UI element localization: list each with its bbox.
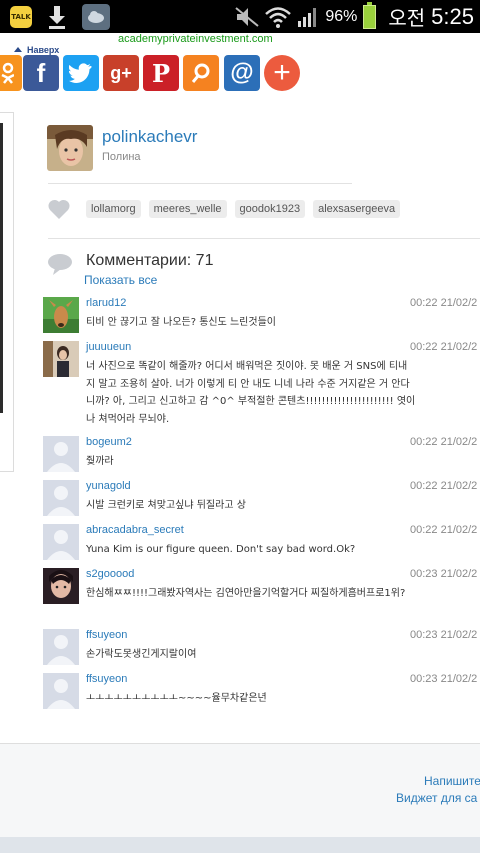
comment-time: 00:22 21/02/2 [410, 297, 478, 309]
commenter-username[interactable]: rlarud12 [86, 297, 126, 309]
more-button[interactable]: + [264, 55, 300, 91]
odnoklassniki-icon [1, 62, 14, 84]
commenter-username[interactable]: s2gooood [86, 568, 134, 580]
comments-title: Комментарии: 71 [86, 252, 214, 269]
pinterest-button[interactable]: P [143, 55, 179, 91]
commenter-avatar[interactable] [43, 673, 79, 709]
battery-icon [363, 1, 377, 29]
clock: 5:25 [431, 3, 474, 29]
wifi-icon [265, 6, 292, 28]
commenter-username[interactable]: ffsuyeon [86, 629, 127, 641]
likes-list: lollamorg meeres_welle goodok1923 alexsa… [86, 200, 401, 218]
author-username[interactable]: polinkachevr [102, 127, 197, 147]
search-icon [191, 63, 210, 83]
search-share-button[interactable] [183, 55, 219, 91]
commenter-username[interactable]: abracadabra_secret [86, 524, 184, 536]
commenter-username[interactable]: bogeum2 [86, 436, 132, 448]
commenter-avatar[interactable] [43, 629, 79, 665]
battery-percent: 96% [325, 7, 358, 25]
commenter-avatar[interactable] [43, 436, 79, 472]
email-button[interactable]: @ [224, 55, 260, 91]
comment-text: 시발 크런키로 쳐맞고싶냐 뒤질라고 상 [86, 500, 246, 511]
comment-time: 00:23 21/02/2 [410, 629, 478, 641]
default-user-icon [47, 442, 75, 472]
odnoklassniki-button[interactable] [0, 55, 22, 91]
facebook-icon: f [36, 57, 46, 88]
twitter-button[interactable] [63, 55, 99, 91]
like-tag[interactable]: meeres_welle [148, 200, 227, 218]
mute-icon [235, 6, 259, 27]
comment-text: Yuna Kim is our figure queen. Don't say … [86, 544, 356, 555]
comment-text: ㅗㅗㅗㅗㅗㅗㅗㅗㅗㅗ~~~~율무차같은년 [86, 693, 267, 704]
show-all-comments-link[interactable]: Показать все [84, 273, 157, 287]
comment-time: 00:22 21/02/2 [410, 341, 478, 353]
default-user-icon [47, 486, 75, 516]
widget-link[interactable]: Виджет для са [396, 791, 477, 805]
kakaotalk-icon: TALK [10, 6, 32, 28]
email-icon: @ [230, 59, 254, 86]
write-link[interactable]: Напишите [424, 774, 480, 788]
google-plus-icon: g+ [110, 62, 132, 83]
author-avatar[interactable] [47, 125, 93, 171]
like-tag[interactable]: alexsasergeeva [313, 200, 401, 218]
default-user-icon [47, 530, 75, 560]
divider [48, 183, 352, 184]
commenter-username[interactable]: juuuueun [86, 341, 131, 353]
back-to-top-link[interactable]: Наверх [14, 45, 59, 55]
default-user-icon [47, 679, 75, 709]
bottom-strip [0, 837, 480, 853]
twitter-icon [69, 63, 92, 83]
comment-text: 한심해ㅉㅉ!!!!그래봤자역사는 김연아만을기억할거다 찌질하게흠버프로1위? [86, 588, 406, 599]
download-icon [49, 6, 65, 29]
default-user-icon [47, 635, 75, 665]
facebook-button[interactable]: f [23, 55, 59, 91]
commenter-username[interactable]: yunagold [86, 480, 131, 492]
cloud-sync-icon [82, 4, 110, 30]
clock-ampm: 오전 [388, 6, 426, 30]
comment-time: 00:22 21/02/2 [410, 524, 478, 536]
commenter-avatar[interactable] [43, 297, 79, 333]
comment-time: 00:22 21/02/2 [410, 480, 478, 492]
comment-bubble-icon [48, 254, 72, 275]
comment-time: 00:22 21/02/2 [410, 436, 478, 448]
comment-text: 티비 안 끊기고 잘 나오든? 통신도 느린것들이 [86, 317, 276, 328]
heart-icon [48, 199, 70, 219]
commenter-avatar[interactable] [43, 524, 79, 560]
comment-text: 줮까라 [86, 456, 114, 467]
comment-text: 손가락도못생긴게지랄이여 [86, 649, 197, 660]
commenter-avatar[interactable] [43, 341, 79, 377]
status-bar: TALK 96% 오전 5:25 [0, 0, 480, 33]
signal-icon [298, 7, 317, 27]
comment-text: 너 사진으로 똑같이 해줄까? 어디서 배워먹은 짓이야. 못 배운 거 SNS… [86, 361, 416, 425]
commenter-username[interactable]: ffsuyeon [86, 673, 127, 685]
arrow-up-icon [14, 47, 22, 52]
like-tag[interactable]: lollamorg [86, 200, 141, 218]
commenter-avatar[interactable] [43, 568, 79, 604]
site-link[interactable]: academyprivateinvestment.com [118, 33, 273, 45]
pinterest-icon: P [151, 58, 171, 88]
plus-icon: + [273, 56, 291, 89]
author-display-name: Полина [102, 151, 141, 163]
left-panel-edge [0, 112, 14, 472]
comment-time: 00:23 21/02/2 [410, 568, 478, 580]
divider [48, 238, 480, 239]
google-plus-button[interactable]: g+ [103, 55, 139, 91]
commenter-avatar[interactable] [43, 480, 79, 516]
comment-time: 00:23 21/02/2 [410, 673, 478, 685]
like-tag[interactable]: goodok1923 [234, 200, 306, 218]
